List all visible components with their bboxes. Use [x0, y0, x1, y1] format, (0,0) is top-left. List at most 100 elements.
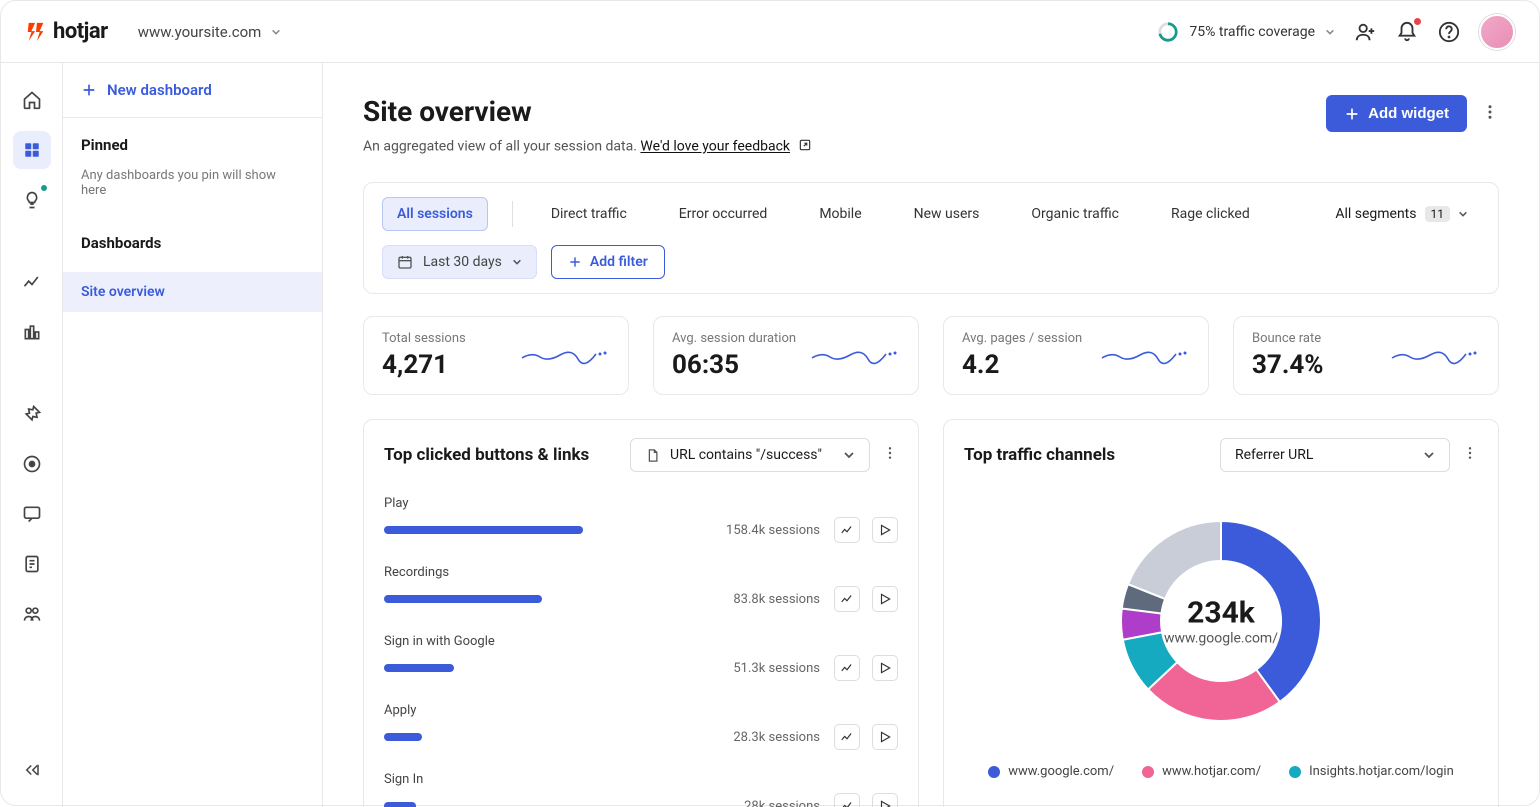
chart-legend: www.google.com/www.hotjar.com/Insights.h… — [988, 764, 1454, 779]
traffic-channels-panel: Top traffic channels Referrer URL 234k w… — [943, 419, 1499, 807]
rail-collapse[interactable] — [13, 751, 51, 789]
add-widget-button[interactable]: Add widget — [1326, 95, 1467, 132]
legend-label: www.hotjar.com/ — [1162, 764, 1261, 779]
click-bar — [384, 595, 700, 603]
notifications-icon[interactable] — [1395, 20, 1419, 44]
click-sessions: 158.4k sessions — [700, 523, 820, 538]
segment-all-sessions[interactable]: All sessions — [382, 197, 488, 231]
legend-dot — [988, 766, 1000, 778]
panel-more-icon[interactable] — [1462, 445, 1478, 465]
url-filter-selector[interactable]: URL contains "/success" — [630, 438, 870, 472]
rail-surveys[interactable] — [13, 545, 51, 583]
brand-name: hotjar — [53, 19, 108, 44]
feedback-link[interactable]: We'd love your feedback — [640, 139, 790, 155]
segment-organic-traffic[interactable]: Organic traffic — [1017, 198, 1133, 230]
segment-rage-clicked[interactable]: Rage clicked — [1157, 198, 1264, 230]
heatmap-icon[interactable] — [834, 517, 860, 543]
panel-more-icon[interactable] — [882, 445, 898, 465]
rail-heatmaps[interactable] — [13, 395, 51, 433]
add-filter-button[interactable]: Add filter — [551, 245, 665, 279]
play-icon[interactable] — [872, 793, 898, 807]
segment-error-occurred[interactable]: Error occurred — [665, 198, 782, 230]
help-icon[interactable] — [1437, 20, 1461, 44]
kpi-card[interactable]: Total sessions4,271 — [363, 316, 629, 395]
click-label: Sign In — [384, 772, 898, 787]
play-icon[interactable] — [872, 517, 898, 543]
date-range-selector[interactable]: Last 30 days — [382, 245, 537, 279]
top-clicks-panel: Top clicked buttons & links URL contains… — [363, 419, 919, 807]
kpi-card[interactable]: Bounce rate37.4% — [1233, 316, 1499, 395]
rail-feedback[interactable] — [13, 495, 51, 533]
traffic-panel-title: Top traffic channels — [964, 445, 1115, 465]
rail-dashboards[interactable] — [13, 131, 51, 169]
sparkline-icon — [1100, 344, 1190, 368]
sidebar-item-site-overview[interactable]: Site overview — [63, 272, 322, 312]
click-label: Sign in with Google — [384, 634, 898, 649]
rail-trends[interactable] — [13, 263, 51, 301]
dashboards-title: Dashboards — [81, 234, 304, 252]
kpi-card[interactable]: Avg. pages / session4.2 — [943, 316, 1209, 395]
logo-mark-icon — [25, 21, 47, 43]
logo[interactable]: hotjar — [25, 19, 108, 44]
subtitle-text: An aggregated view of all your session d… — [363, 139, 637, 155]
coverage-label: 75% traffic coverage — [1189, 24, 1315, 40]
page-subtitle: An aggregated view of all your session d… — [363, 138, 812, 156]
divider — [512, 201, 513, 227]
new-dashboard-button[interactable]: New dashboard — [81, 81, 304, 99]
heatmap-icon[interactable] — [834, 655, 860, 681]
all-segments-selector[interactable]: All segments 11 — [1323, 200, 1480, 228]
channel-select-label: Referrer URL — [1235, 447, 1313, 463]
legend-label: www.google.com/ — [1008, 764, 1114, 779]
click-bar — [384, 526, 700, 534]
add-widget-label: Add widget — [1368, 105, 1449, 122]
legend-item[interactable]: Insights.hotjar.com/login — [1289, 764, 1454, 779]
rail-funnels[interactable] — [13, 313, 51, 351]
channel-dimension-selector[interactable]: Referrer URL — [1220, 438, 1450, 472]
traffic-coverage[interactable]: 75% traffic coverage — [1157, 21, 1335, 43]
legend-item[interactable]: www.google.com/ — [988, 764, 1114, 779]
segment-new-users[interactable]: New users — [900, 198, 994, 230]
top-clicks-title: Top clicked buttons & links — [384, 445, 589, 465]
chevron-down-icon — [1458, 209, 1468, 219]
legend-item[interactable]: www.hotjar.com/ — [1142, 764, 1261, 779]
kpi-label: Bounce rate — [1252, 331, 1324, 346]
segment-mobile[interactable]: Mobile — [805, 198, 875, 230]
click-bar — [384, 733, 700, 741]
nav-item-label: Site overview — [81, 284, 165, 300]
heatmap-icon[interactable] — [834, 586, 860, 612]
add-filter-label: Add filter — [590, 254, 648, 270]
badge-dot — [41, 185, 47, 191]
page-title: Site overview — [363, 95, 812, 128]
rail-recordings[interactable] — [13, 445, 51, 483]
new-dashboard-label: New dashboard — [107, 81, 212, 99]
heatmap-icon[interactable] — [834, 724, 860, 750]
legend-dot — [1289, 766, 1301, 778]
calendar-icon — [397, 254, 413, 270]
kpi-card[interactable]: Avg. session duration06:35 — [653, 316, 919, 395]
click-bar — [384, 802, 700, 807]
play-icon[interactable] — [872, 586, 898, 612]
rail-home[interactable] — [13, 81, 51, 119]
sparkline-icon — [520, 344, 610, 368]
kpi-label: Avg. session duration — [672, 331, 796, 346]
kpi-row: Total sessions4,271 Avg. session duration… — [363, 316, 1499, 395]
invite-icon[interactable] — [1353, 20, 1377, 44]
play-icon[interactable] — [872, 724, 898, 750]
play-icon[interactable] — [872, 655, 898, 681]
page-icon — [645, 448, 660, 463]
chevron-down-icon — [512, 257, 522, 267]
site-selector[interactable]: www.yoursite.com — [138, 23, 282, 41]
avatar[interactable] — [1479, 14, 1515, 50]
pinned-title: Pinned — [81, 136, 304, 154]
rail-highlights[interactable] — [13, 181, 51, 219]
legend-dot — [1142, 766, 1154, 778]
page-more-icon[interactable] — [1481, 103, 1499, 125]
donut-center-value: 234k — [1164, 596, 1278, 631]
segment-direct-traffic[interactable]: Direct traffic — [537, 198, 641, 230]
click-label: Apply — [384, 703, 898, 718]
rail-interviews[interactable] — [13, 595, 51, 633]
donut-chart: 234k www.google.com/ — [1096, 496, 1346, 746]
heatmap-icon[interactable] — [834, 793, 860, 807]
date-label: Last 30 days — [423, 254, 502, 270]
click-row: Recordings 83.8k sessions — [384, 565, 898, 612]
